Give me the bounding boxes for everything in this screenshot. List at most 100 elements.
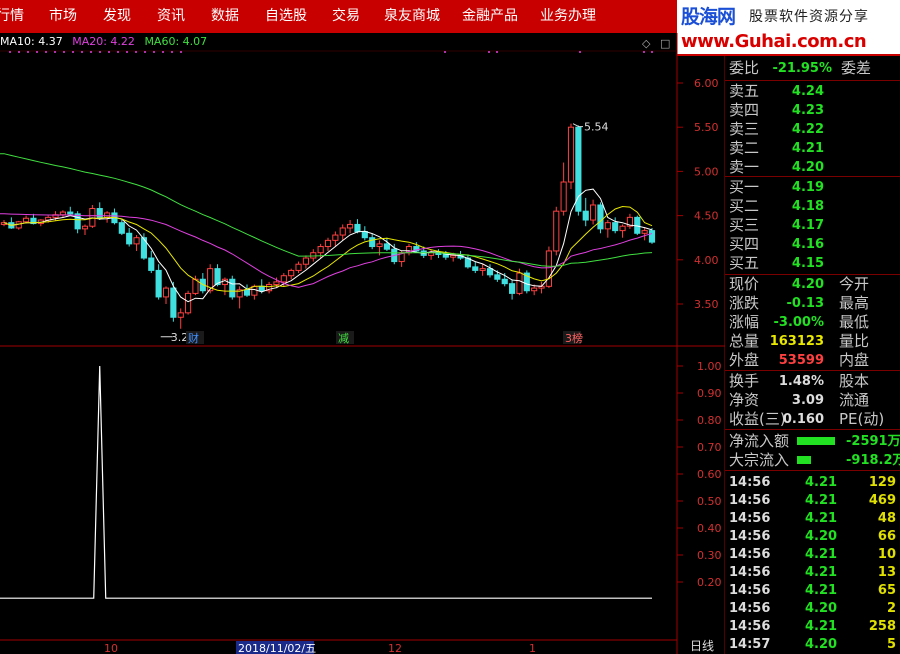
bid-0-label: 买一 [729,178,760,196]
quote-change_pct-row: 涨幅 -3.00% 最低 [725,313,900,332]
candle-body [162,287,170,298]
bid-4-value: 4.15 [791,256,824,271]
divider [725,370,900,371]
indicator-axis-label: 0.30 [697,549,722,562]
ask-2-row: 卖三 4.22 [725,120,900,139]
candle-body [280,275,287,283]
kline-chart[interactable]: 6.005.505.004.504.003.505.543.22财减 3榜◇ □1.… [0,0,725,654]
candle-body [324,239,332,248]
ask-3-label: 卖二 [729,139,760,157]
signal-dot [27,51,29,53]
date-month-label: 10 [104,642,118,654]
tick-vol: 129 [868,475,896,490]
tick-vol: 2 [886,601,896,616]
bid-2-value: 4.17 [791,218,824,233]
candle-body [376,243,383,248]
candle-body [23,217,30,223]
signal-dot [135,51,137,53]
signal-dot [444,51,446,53]
indicator-axis-label: 0.20 [697,576,722,589]
quote-net_asset-row: 净资 3.09 流通 [725,391,900,410]
candle-body [118,222,125,234]
indicator-axis-label: 0.50 [697,495,722,508]
quote-eps-label2: PE(动) [839,410,885,428]
signal-dot [72,51,74,53]
tick-time: 14:56 [729,547,771,562]
signal-dot [651,51,653,53]
bid-2-row: 买三 4.17 [725,216,900,235]
signal-dot [9,51,11,53]
indicator-axis-label: 0.80 [697,414,722,427]
candle-body [604,222,611,230]
tick-row: 14:56 4.21 13 [725,564,900,582]
candle-body [81,225,89,230]
ask-2-value: 4.22 [791,122,824,137]
candle-body [59,211,66,216]
tick-vol: 469 [868,493,896,508]
tick-price: 4.20 [805,637,838,652]
quote-change_pct-label: 涨幅 [729,313,760,331]
bid-3-value: 4.16 [791,237,824,252]
candle-body [597,204,604,230]
flow-row: 净流入额 -2591万 [725,432,900,451]
quote-outer-row: 外盘 53599 内盘 [725,351,900,370]
wei-bi-value: -21.95% [772,61,832,76]
tick-price: 4.21 [805,475,838,490]
bid-1-value: 4.18 [791,199,824,214]
quote-price-label2: 今开 [839,275,870,293]
ask-1-row: 卖四 4.23 [725,101,900,120]
divider [725,429,900,430]
quote-volume-value: 163123 [769,334,824,349]
candle-body [148,257,155,271]
tick-row: 14:56 4.21 48 [725,510,900,528]
ask-0-value: 4.24 [791,84,824,99]
quote-volume-label2: 量比 [839,332,870,350]
candle-body [494,274,501,280]
quote-outer-label2: 内盘 [839,351,870,369]
price-axis-label: 5.50 [694,121,719,134]
signal-dot [496,51,498,53]
quote-price-label: 现价 [729,275,760,293]
wei-cha-label: 委差 [841,59,872,77]
tick-price: 4.20 [805,529,838,544]
candle-body [575,126,582,212]
flow-bar [797,456,811,464]
bid-3-label: 买四 [729,235,760,253]
candle-body [74,213,81,230]
quote-turnover-value: 1.48% [778,374,824,389]
flow-bar [797,437,835,445]
tick-row: 14:56 4.21 258 [725,618,900,636]
ask-4-value: 4.20 [791,160,824,175]
signal-dot [171,51,173,53]
candle-body [229,278,236,298]
signal-dot [90,51,92,53]
signal-dot [153,51,155,53]
signal-dot [45,51,47,53]
indicator-axis-label: 0.70 [697,441,722,454]
candle-body [185,292,192,314]
quote-eps-row: 收益(三) 0.160 PE(动) [725,410,900,429]
candle-body [251,285,258,296]
signal-dot [144,51,146,53]
tick-time: 14:56 [729,619,771,634]
date-month-label: 1 [529,642,536,654]
quote-turnover-label: 换手 [729,372,760,390]
candle-body [258,285,265,292]
tick-vol: 5 [886,637,896,652]
tick-row: 14:56 4.20 2 [725,600,900,618]
price-axis-label: 4.50 [694,210,719,223]
candle-body [472,266,479,271]
signal-dot [180,51,182,53]
signal-dot [579,51,581,53]
ask-0-label: 卖五 [729,82,760,100]
candle-body [67,211,74,215]
tick-price: 4.21 [805,619,838,634]
period-tab[interactable]: 日线 [690,639,714,654]
quote-volume-label: 总量 [729,332,760,350]
signal-dot [162,51,164,53]
tick-vol: 258 [868,619,896,634]
date-cursor-label: 2018/11/02/五 [238,642,316,654]
candle-body [560,181,567,212]
candle-body [332,234,339,241]
ask-1-label: 卖四 [729,101,760,119]
